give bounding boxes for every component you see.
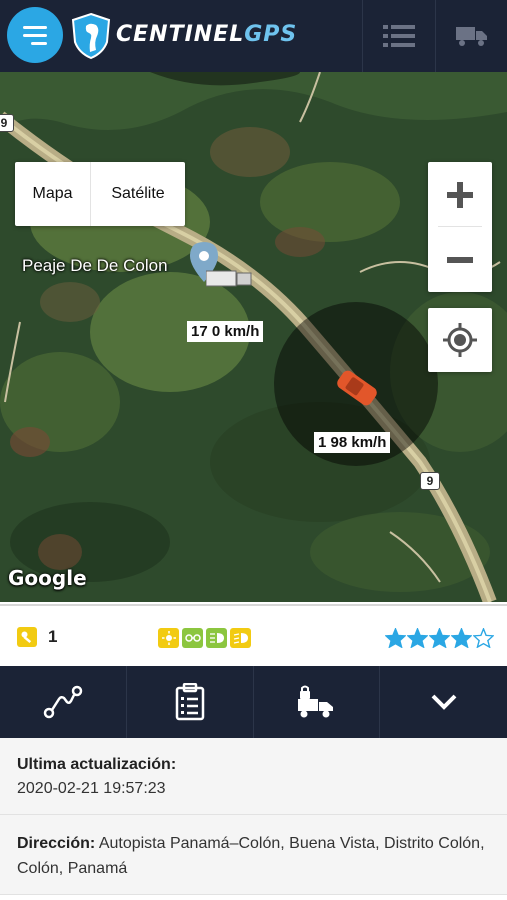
star-filled-icon [407, 628, 428, 648]
action-bar [0, 666, 507, 738]
vehicle-info-bar: 1 [0, 604, 507, 666]
last-update-label: Ultima actualización: [17, 756, 177, 773]
clipboard-icon [175, 683, 204, 721]
vehicles-button[interactable] [435, 0, 507, 72]
star-filled-icon [451, 628, 472, 648]
map-type-mapa[interactable]: Mapa [15, 162, 91, 226]
map-type-control: Mapa Satélite [15, 162, 185, 226]
report-button[interactable] [127, 666, 254, 738]
list-icon [382, 25, 415, 47]
route-shield-bottom: 9 [420, 472, 440, 490]
map-view[interactable]: Mapa Satélite Peaje De De Colon 17 0 km/… [0, 72, 507, 602]
map-type-satellite[interactable]: Satélite [91, 162, 185, 226]
status-icons [158, 628, 251, 648]
headlight-icon [206, 628, 227, 648]
key-icon [17, 627, 37, 647]
crosshair-icon [443, 323, 477, 357]
menu-button[interactable] [7, 7, 63, 63]
expand-button[interactable] [380, 666, 507, 738]
glasses-icon [182, 628, 203, 648]
plus-icon [447, 181, 473, 208]
truck-icon [455, 27, 487, 46]
logo-accent-text: GPS [244, 22, 298, 47]
speed-label-2: 1 98 km/h [314, 432, 391, 453]
hamburger-icon [23, 25, 47, 29]
speed-label-1: 17 0 km/h [187, 321, 264, 342]
lock-vehicle-button[interactable] [254, 666, 381, 738]
zoom-out-button[interactable] [428, 227, 492, 292]
logo-shield-icon [71, 12, 111, 60]
route-icon [43, 685, 83, 719]
truck-marker-icon[interactable] [206, 268, 254, 290]
minus-icon [447, 256, 473, 263]
zoom-control [428, 162, 492, 292]
star-filled-icon [429, 628, 450, 648]
chevron-down-icon [431, 694, 457, 710]
star-filled-icon [385, 628, 406, 648]
key-count: 1 [48, 627, 58, 646]
list-button[interactable] [362, 0, 434, 72]
address-card: Dirección: Autopista Panamá–Colón, Buena… [0, 815, 507, 895]
place-label: Peaje De De Colon [22, 256, 168, 275]
lock-truck-icon [298, 685, 334, 718]
star-empty-icon [473, 628, 494, 648]
app-header: CENTINELGPS [0, 0, 507, 72]
sun-icon [158, 628, 179, 648]
lowbeam-icon [230, 628, 251, 648]
car-marker-icon[interactable] [333, 366, 381, 410]
my-location-button[interactable] [428, 308, 492, 372]
google-attribution: Google [8, 566, 87, 590]
route-shield-top: 9 [0, 114, 14, 132]
route-button[interactable] [0, 666, 127, 738]
zoom-in-button[interactable] [428, 162, 492, 227]
logo-main-text: CENTINEL [116, 22, 245, 47]
last-update-card: Ultima actualización: 2020-02-21 19:57:2… [0, 738, 507, 815]
logo-text: CENTINELGPS [116, 22, 297, 47]
last-update-value: 2020-02-21 19:57:23 [17, 780, 166, 797]
vehicle-details: Ultima actualización: 2020-02-21 19:57:2… [0, 738, 507, 895]
address-label: Dirección: [17, 835, 96, 852]
rating-stars [385, 628, 494, 648]
